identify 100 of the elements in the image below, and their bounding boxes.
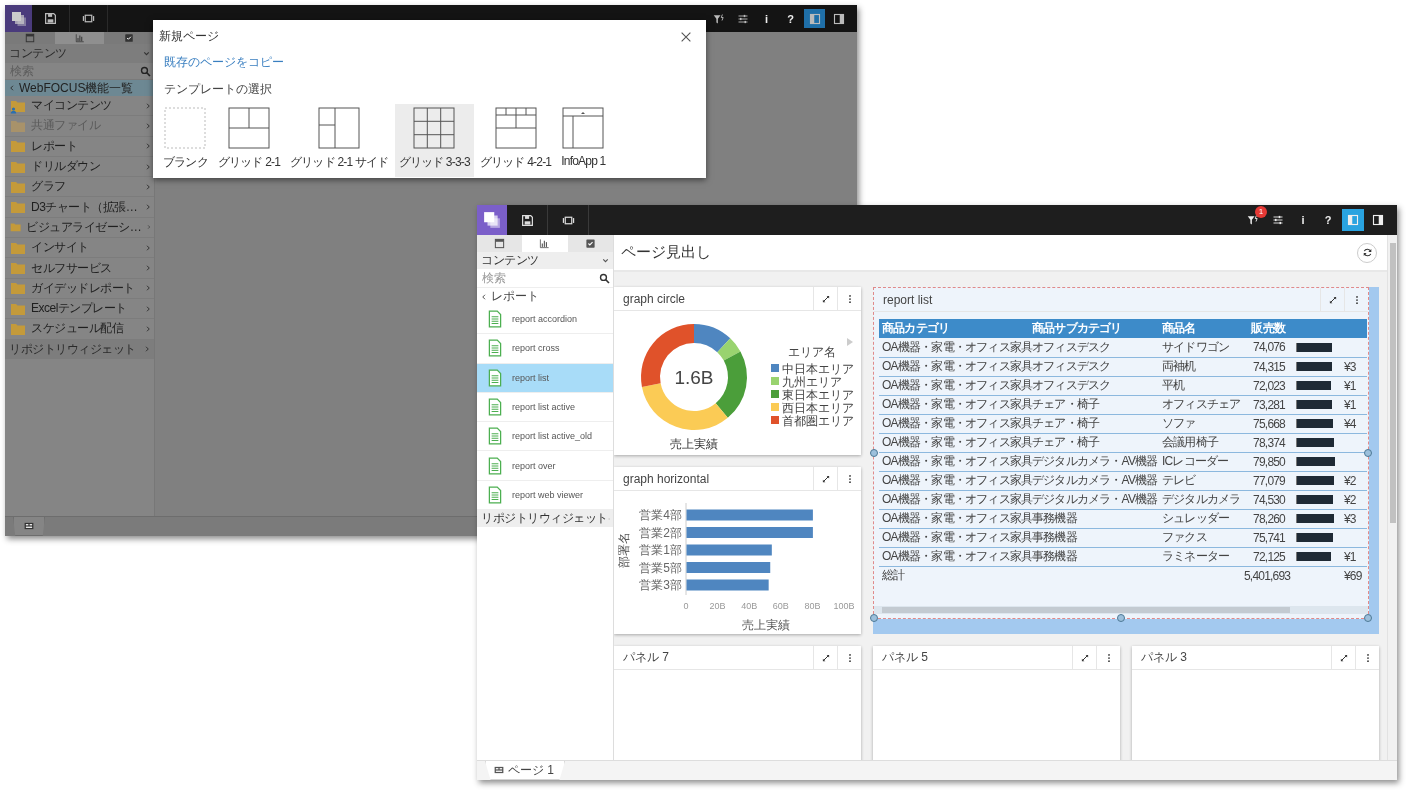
section-header[interactable]: コンテンツ	[477, 252, 613, 269]
table-cell: ¥4	[1341, 414, 1367, 433]
app-logo[interactable]	[5, 5, 32, 32]
table-cell: ¥69	[1341, 566, 1367, 585]
panel-left-icon	[808, 12, 821, 25]
table-cell: 78,260	[1241, 509, 1293, 528]
folder-icon	[10, 199, 26, 216]
expand-icon	[820, 293, 831, 304]
vertical-scrollbar[interactable]	[1387, 235, 1397, 760]
app-layout-icon	[562, 107, 605, 149]
filter-icon	[1247, 214, 1259, 226]
info-button[interactable]: i	[756, 9, 777, 28]
document-icon	[486, 339, 504, 358]
table-cell: ¥1	[1341, 547, 1367, 566]
layout-icon	[24, 33, 35, 43]
template-option[interactable]: グリッド 2-1	[213, 104, 285, 177]
panel-right-icon	[1372, 214, 1384, 226]
table-cell: 72,125	[1241, 547, 1293, 566]
table-cell: 総計	[879, 566, 1029, 585]
section-header[interactable]: リポジトリウィジェット	[477, 510, 613, 528]
sidebar-item[interactable]: report list active	[477, 392, 613, 423]
column-header: 商品名	[1159, 319, 1241, 338]
table-cell: ¥1	[1341, 376, 1367, 395]
template-option[interactable]: グリッド 2-1 サイド	[286, 104, 393, 177]
sidebar-item[interactable]: ガイデッドレポート	[5, 278, 154, 299]
checkbox-icon	[584, 238, 596, 249]
table-cell: 77,079	[1241, 471, 1293, 490]
blank-page-icon	[164, 107, 207, 149]
refresh-button[interactable]	[1357, 242, 1377, 263]
chevron-down-icon	[601, 256, 610, 265]
resize-handle[interactable]	[1364, 614, 1372, 622]
table-cell: サイドワゴン	[1159, 338, 1241, 357]
table-cell: ¥2	[1341, 471, 1367, 490]
axis-title: 売上実績	[742, 618, 790, 632]
document-icon	[486, 398, 504, 417]
search-icon	[599, 272, 610, 284]
table-cell: ファクス	[1159, 528, 1241, 547]
sidebar-item[interactable]: スケジュール配信	[5, 319, 154, 340]
sidebar-item[interactable]: D3チャート（拡張…	[5, 197, 154, 218]
page-tab[interactable]	[13, 517, 45, 536]
sidebar-item[interactable]: report list	[477, 363, 613, 393]
category-label: 営業4部	[639, 508, 682, 522]
sidebar-item[interactable]: report accordion	[477, 305, 613, 335]
expand-icon	[1327, 294, 1338, 305]
help-button[interactable]: ?	[1317, 209, 1339, 231]
template-option[interactable]: InfoApp 1	[557, 104, 610, 177]
chevron-right-icon	[144, 324, 152, 333]
resize-handle[interactable]	[870, 614, 878, 622]
resize-handle[interactable]	[1364, 449, 1372, 457]
sidebar-item[interactable]: report list active_old	[477, 422, 613, 452]
table-cell: 74,530	[1241, 490, 1293, 509]
sidebar-item[interactable]: Excelテンプレート	[5, 298, 154, 320]
document-icon	[486, 310, 504, 329]
table-cell: 74,076	[1241, 338, 1293, 357]
layout-icon	[494, 238, 506, 249]
filter-button[interactable]: 1	[1242, 209, 1264, 231]
column-header: 商品カテゴリ	[879, 319, 1029, 338]
template-option[interactable]: ブランク	[159, 104, 212, 177]
panel-left-icon	[1347, 214, 1359, 226]
category-label: 営業2部	[639, 525, 682, 540]
sidebar-item[interactable]: グラフ	[5, 177, 154, 198]
back-link[interactable]: レポート	[477, 288, 613, 305]
bar-chart-icon	[539, 238, 551, 249]
search-field[interactable]: 検索	[482, 271, 599, 285]
page-icon	[494, 765, 504, 775]
grid-layout-icon	[227, 107, 270, 149]
legend-arrow-icon	[847, 338, 853, 346]
sidebar-item[interactable]: セルフサービス	[5, 258, 154, 279]
document-icon	[486, 456, 504, 475]
template-option[interactable]: グリッド 3-3-3	[394, 104, 474, 177]
resize-handle[interactable]	[870, 449, 878, 457]
legend-label: 中日本エリア	[782, 362, 854, 376]
bar-chart-icon	[74, 33, 85, 43]
app-logo[interactable]	[477, 205, 507, 235]
chevron-left-icon	[8, 84, 16, 92]
resize-handle[interactable]	[1117, 614, 1125, 622]
sidebar-item[interactable]: インサイト	[5, 238, 154, 259]
sidebar-item[interactable]: ビジュアライゼーシ…	[5, 217, 154, 239]
refresh-icon	[1361, 247, 1373, 258]
chevron-right-icon	[144, 304, 152, 313]
info-button[interactable]: i	[1292, 209, 1314, 231]
panel-title: パネル 7	[622, 649, 670, 666]
horizontal-scrollbar[interactable]	[874, 606, 1368, 614]
page-tab[interactable]: ページ 1	[485, 761, 565, 780]
back-link[interactable]: WebFOCUS機能一覧	[5, 80, 154, 96]
template-option[interactable]: グリッド 4-2-1	[475, 104, 556, 177]
help-button[interactable]: ?	[780, 9, 801, 28]
save-icon	[44, 12, 57, 25]
sidebar-item[interactable]: report cross	[477, 334, 613, 364]
chart-tab[interactable]	[522, 235, 568, 252]
grid-layout-icon	[413, 107, 456, 149]
chevron-right-icon	[144, 142, 152, 151]
chevron-right-icon	[144, 264, 152, 272]
checkbox-icon	[124, 33, 135, 43]
section-header[interactable]: コンテンツ	[5, 44, 154, 63]
tick-label: 40B	[741, 601, 758, 611]
chevron-right-icon	[144, 121, 152, 130]
copy-page-link[interactable]: 既存のページをコピー	[164, 54, 284, 71]
table-cell: シュレッダー	[1159, 509, 1241, 528]
sidebar-item[interactable]: report over	[477, 451, 613, 481]
